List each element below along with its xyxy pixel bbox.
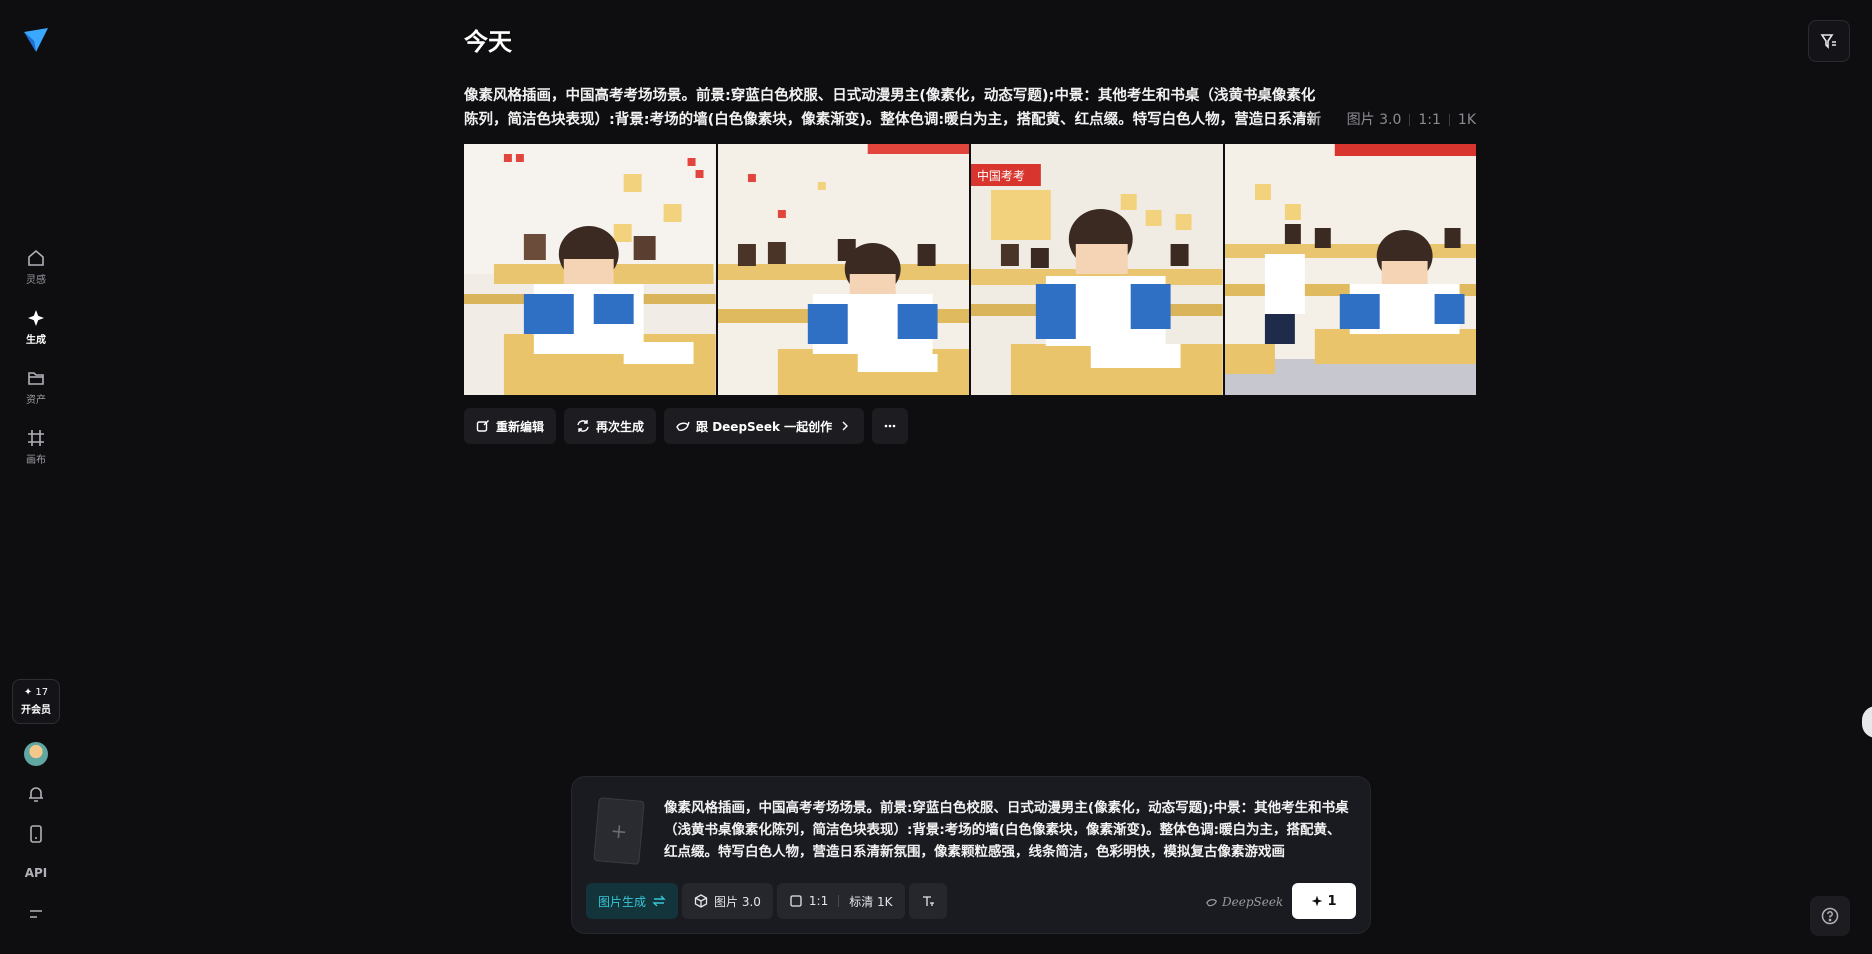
regenerate-button[interactable]: 再次生成 xyxy=(564,408,657,444)
generated-images: 中国考考 xyxy=(464,144,1476,395)
generated-image-1[interactable] xyxy=(464,144,716,395)
ratio-tag: 1:1 xyxy=(1418,112,1441,128)
divider xyxy=(1448,114,1450,126)
sparkle-icon xyxy=(28,310,44,326)
resolution-tag: 1K xyxy=(1457,112,1476,128)
reedit-button[interactable]: 重新编辑 xyxy=(464,408,557,444)
sidebar-item-label: 灵感 xyxy=(26,275,46,286)
credits-count: ✦ 17 xyxy=(23,687,49,698)
deepseek-create-label: 跟 DeepSeek 一起创作 xyxy=(696,419,833,434)
model-select[interactable]: 图片 3.0 xyxy=(682,883,773,919)
edit-icon xyxy=(476,420,489,432)
swap-icon xyxy=(652,895,666,907)
generated-image-4[interactable] xyxy=(1224,144,1476,395)
mode-select[interactable]: 图片生成 xyxy=(586,883,679,919)
whale-icon xyxy=(676,421,690,431)
model-label: 图片 3.0 xyxy=(714,894,761,909)
pixel-art-image xyxy=(1224,144,1476,395)
frame-icon xyxy=(28,430,44,446)
member-label: 开会员 xyxy=(21,705,51,716)
prompt-input[interactable]: 像素风格插画，中国高考考场场景。前景:穿蓝白色校服、日式动漫男主(像素化，动态写… xyxy=(664,797,1354,865)
credits-value: 17 xyxy=(35,687,49,698)
mobile-app-icon[interactable] xyxy=(26,824,46,844)
reference-image-upload[interactable]: + xyxy=(593,797,645,865)
more-horizontal-icon xyxy=(884,424,896,428)
classroom-banner: 中国考考 xyxy=(977,168,1025,183)
filter-button[interactable] xyxy=(1808,20,1850,62)
regenerate-label: 再次生成 xyxy=(596,419,645,434)
bell-icon[interactable] xyxy=(26,784,46,804)
composer-controls: 图片生成 图片 3.0 1:1 标清 1K xyxy=(586,883,947,919)
generate-cost: 1 xyxy=(1327,893,1337,909)
sidebar-item-canvas[interactable]: 画布 xyxy=(0,428,72,466)
whale-icon xyxy=(1206,899,1217,907)
sidebar-item-label: 资产 xyxy=(26,395,46,406)
app-logo-icon[interactable] xyxy=(22,26,50,54)
side-panel-toggle[interactable] xyxy=(1862,706,1872,738)
api-link[interactable]: API xyxy=(0,866,72,880)
reedit-label: 重新编辑 xyxy=(496,419,545,434)
generated-image-3[interactable]: 中国考考 xyxy=(971,144,1223,395)
refresh-icon xyxy=(577,420,589,432)
model-tag: 图片 3.0 xyxy=(1346,112,1402,128)
result-meta: 图片 3.0 1:1 1K xyxy=(1306,108,1476,132)
sidebar-item-label: 生成 xyxy=(26,335,46,346)
sparkle-icon xyxy=(1312,895,1323,907)
divider xyxy=(1409,114,1411,126)
generated-image-2[interactable] xyxy=(717,144,969,395)
pixel-art-image: 中国考考 xyxy=(971,144,1223,395)
app-root: 灵感 生成 资产 画布 ✦ 17 开会员 API 今天 像素风格插画，中国高考考… xyxy=(0,0,1872,954)
ratio-label: 1:1 xyxy=(808,894,829,908)
result-prompt[interactable]: 像素风格插画，中国高考考场场景。前景:穿蓝白色校服、日式动漫男主(像素化，动态写… xyxy=(464,84,1476,132)
filter-icon xyxy=(1820,34,1836,49)
page-title: 今天 xyxy=(464,28,512,56)
menu-collapse-icon[interactable] xyxy=(26,904,46,924)
deepseek-badge[interactable]: DeepSeek xyxy=(1206,895,1283,909)
result-actions: 重新编辑 再次生成 跟 DeepSeek 一起创作 xyxy=(464,408,909,444)
help-icon xyxy=(1821,907,1839,925)
pixel-art-image xyxy=(717,144,969,395)
sidebar-item-generate[interactable]: 生成 xyxy=(0,308,72,346)
cube-icon xyxy=(694,894,708,908)
avatar[interactable] xyxy=(24,742,48,766)
text-style-button[interactable] xyxy=(908,883,947,919)
square-icon xyxy=(790,895,802,907)
plus-icon: + xyxy=(609,818,629,844)
sidebar-item-assets[interactable]: 资产 xyxy=(0,368,72,406)
sidebar-item-label: 画布 xyxy=(26,455,46,466)
generate-button[interactable]: 1 xyxy=(1292,883,1356,919)
sidebar-item-inspiration[interactable]: 灵感 xyxy=(0,248,72,286)
folder-icon xyxy=(28,372,44,385)
membership-button[interactable]: ✦ 17 开会员 xyxy=(12,679,60,724)
more-button[interactable] xyxy=(872,408,909,444)
divider xyxy=(838,895,840,907)
deepseek-create-button[interactable]: 跟 DeepSeek 一起创作 xyxy=(664,408,865,444)
chevron-right-icon xyxy=(842,421,849,431)
home-icon xyxy=(28,249,44,266)
help-button[interactable] xyxy=(1810,896,1850,936)
quality-label: 标清 1K xyxy=(849,894,893,909)
deepseek-label: DeepSeek xyxy=(1222,895,1284,909)
text-format-icon xyxy=(922,896,934,906)
ratio-quality-select[interactable]: 1:1 标清 1K xyxy=(776,883,905,919)
prompt-composer: + 像素风格插画，中国高考考场场景。前景:穿蓝白色校服、日式动漫男主(像素化，动… xyxy=(571,776,1371,934)
pixel-art-image xyxy=(464,144,716,395)
sidebar: 灵感 生成 资产 画布 ✦ 17 开会员 API xyxy=(0,0,72,954)
mode-label: 图片生成 xyxy=(598,894,647,909)
